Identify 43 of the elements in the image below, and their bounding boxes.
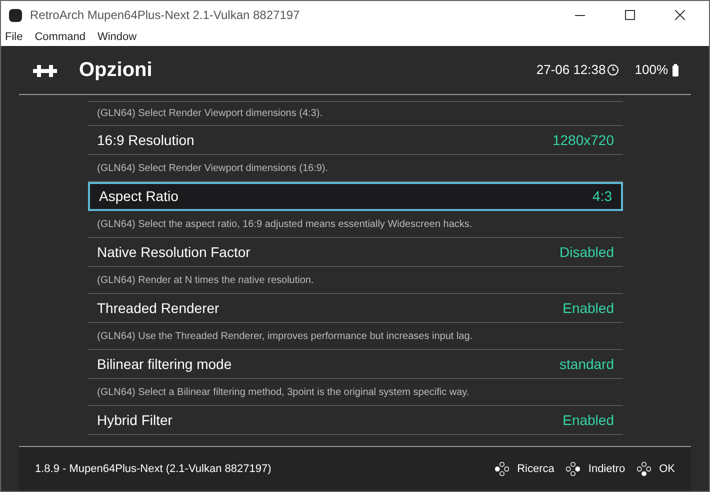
battery-text: 100% xyxy=(634,61,668,80)
option-label: Bilinear filtering mode xyxy=(97,354,233,374)
gamepad-buttons-icon xyxy=(495,462,510,476)
option-value: 1280x720 xyxy=(552,130,614,150)
footer-action[interactable]: Ricerca xyxy=(517,460,554,478)
option-row[interactable]: Bilinear filtering mode standard xyxy=(88,350,623,379)
option-description: (GLN64) Select Render Viewport dimensions (4:3). xyxy=(88,102,623,126)
option-description: (GLN64) Select the aspect ratio, 16:9 adjusted means essentially Widescreen hacks. xyxy=(88,211,623,238)
option-row[interactable]: Aspect Ratio 4:3 xyxy=(88,182,623,211)
option-description: (GLN64) Select a Bilinear filtering method, 3point is the original system specific way. xyxy=(88,379,623,406)
menu-item[interactable]: Window xyxy=(97,29,137,46)
menu-item[interactable]: Command xyxy=(34,29,86,46)
clock-icon xyxy=(606,64,619,76)
maximize-icon[interactable] xyxy=(625,10,635,20)
minimize-icon[interactable] xyxy=(575,14,585,16)
gamepad-buttons-icon xyxy=(566,462,580,476)
option-description: (GLN64) Render at N times the native resolution. xyxy=(88,267,623,294)
option-row[interactable]: 16:9 Resolution 1280x720 xyxy=(88,126,623,155)
close-icon[interactable] xyxy=(675,10,685,20)
option-value: Enabled xyxy=(562,410,614,430)
footer-action[interactable]: Indietro xyxy=(588,460,626,478)
screen-title: Opzioni xyxy=(79,58,154,83)
battery-icon xyxy=(672,64,679,76)
option-label: Aspect Ratio xyxy=(99,187,180,206)
clock-text: 27-06 12:38 xyxy=(536,61,606,80)
option-value: Disabled xyxy=(560,242,614,262)
option-label: Native Resolution Factor xyxy=(97,242,252,262)
option-value: 4:3 xyxy=(592,187,612,206)
option-value: standard xyxy=(560,354,614,374)
option-label: Hybrid Filter xyxy=(97,410,174,430)
app-icon xyxy=(9,8,22,22)
menu-item[interactable]: File xyxy=(5,29,23,46)
option-description: (GLN64) Use the Threaded Renderer, improves performance but increases input lag. xyxy=(88,323,623,350)
footer-action[interactable]: OK xyxy=(659,460,675,478)
window-title: RetroArch Mupen64Plus-Next 2.1-Vulkan 8827197 xyxy=(30,7,301,24)
option-row[interactable]: Hybrid Filter Enabled xyxy=(88,406,623,435)
option-row[interactable]: Threaded Renderer Enabled xyxy=(88,294,623,323)
option-value: Enabled xyxy=(562,298,614,318)
gamepad-buttons-icon xyxy=(637,462,652,476)
option-label: Threaded Renderer xyxy=(97,298,220,318)
option-label: 16:9 Resolution xyxy=(97,130,196,150)
option-row[interactable]: Native Resolution Factor Disabled xyxy=(88,238,623,267)
version-text: 1.8.9 - Mupen64Plus-Next (2.1-Vulkan 8827197) xyxy=(35,462,272,477)
